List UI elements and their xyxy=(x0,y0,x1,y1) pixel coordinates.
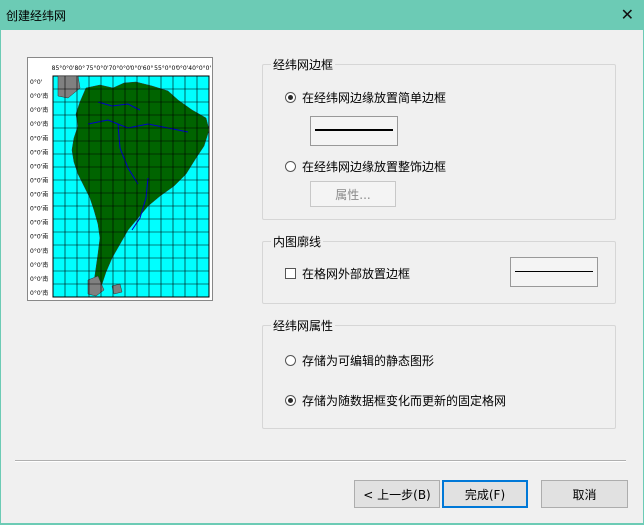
preview-outside-region xyxy=(111,283,123,295)
static-graphics-label: 存储为可编辑的静态图形 xyxy=(302,354,435,368)
preview-left-label: 0°0'南 xyxy=(30,289,48,297)
preview-left-label: 0°0'南 xyxy=(30,191,48,199)
preview-left-label: 0°0'南 xyxy=(30,106,48,114)
finish-button[interactable]: 完成(F) xyxy=(442,480,528,508)
border-group-title: 经纬网边框 xyxy=(271,56,336,73)
simple-border-radio[interactable]: 在经纬网边缘放置简单边框 xyxy=(285,89,446,106)
preview-top-label: 0°0' xyxy=(131,65,144,72)
radio-dot xyxy=(285,161,296,172)
preview-left-label: 0°0'南 xyxy=(30,176,48,184)
graticule-preview: 85° 0°0' 80° 75° 0°0' 70° 0°0' 0°0' 60° 55° 0°0' 0°… xyxy=(27,57,213,301)
decor-border-label: 在经纬网边缘放置整饰边框 xyxy=(302,160,447,174)
checkbox-box xyxy=(285,268,296,279)
line-sample xyxy=(315,129,393,131)
preview-top-label: 85° xyxy=(52,65,63,72)
footer-separator-highlight xyxy=(15,461,626,462)
preview-left-label: 0°0'南 xyxy=(30,219,48,227)
preview-left-label: 0°0'南 xyxy=(30,162,48,170)
fixed-grid-radio[interactable]: 存储为随数据框变化而更新的固定格网 xyxy=(285,392,506,409)
preview-left-label: 0°0'南 xyxy=(30,134,48,142)
close-icon[interactable]: ✕ xyxy=(621,5,634,24)
properties-group: 经纬网属性 xyxy=(262,317,616,429)
preview-top-label: 40° xyxy=(188,65,199,72)
preview-left-label: 0°0'南 xyxy=(30,92,48,100)
decor-border-radio[interactable]: 在经纬网边缘放置整饰边框 xyxy=(285,158,446,175)
preview-left-label: 0°0'南 xyxy=(30,275,48,283)
preview-top-label: 0°0' xyxy=(96,65,109,72)
line-sample xyxy=(515,271,593,272)
simple-border-style-swatch[interactable] xyxy=(310,116,398,146)
radio-dot xyxy=(285,92,296,103)
preview-top-label: 0°0' xyxy=(62,65,75,72)
preview-top-labels: 85° 0°0' 80° 75° 0°0' 70° 0°0' 0°0' 60° 55° 0°0' 0°… xyxy=(52,65,212,72)
preview-left-label: 0°0'南 xyxy=(30,205,48,213)
cancel-button[interactable]: 取消 xyxy=(541,480,628,508)
preview-top-label: 0°0' xyxy=(199,65,212,72)
preview-left-label: 0°0'南 xyxy=(30,233,48,241)
preview-top-label: 55° xyxy=(154,65,165,72)
preview-left-label: 0°0'南 xyxy=(30,120,48,128)
preview-left-label: 0°0'南 xyxy=(30,148,48,156)
properties-button[interactable]: 属性... xyxy=(310,181,396,207)
preview-left-label: 0°0'南 xyxy=(30,261,48,269)
preview-top-label: 80° xyxy=(74,65,85,72)
preview-top-label: 75° xyxy=(86,65,97,72)
radio-dot xyxy=(285,395,296,406)
static-graphics-radio[interactable]: 存储为可编辑的静态图形 xyxy=(285,352,434,369)
preview-left-labels: 0°0' 0°0'南 0°0'南 0°0'南 0°0'南 0°0'南 0°0'南 0°0'南 0… xyxy=(30,79,48,297)
neatline-checkbox-label: 在格网外部放置边框 xyxy=(302,267,411,281)
simple-border-label: 在经纬网边缘放置简单边框 xyxy=(302,91,447,105)
window-title: 创建经纬网 xyxy=(6,9,67,23)
preview-top-label: 60° xyxy=(143,65,154,72)
neatline-checkbox[interactable]: 在格网外部放置边框 xyxy=(285,265,410,282)
preview-left-label: 0°0'南 xyxy=(30,247,48,255)
preview-left-label: 0°0' xyxy=(30,79,43,86)
radio-dot xyxy=(285,355,296,366)
fixed-grid-label: 存储为随数据框变化而更新的固定格网 xyxy=(302,394,507,408)
back-button[interactable]: < 上一步(B) xyxy=(354,480,440,508)
properties-group-title: 经纬网属性 xyxy=(271,317,336,334)
preview-top-label: 70° xyxy=(109,65,120,72)
neatline-style-swatch[interactable] xyxy=(510,257,598,287)
title-bar: 创建经纬网 ✕ xyxy=(0,0,644,30)
neatline-group-title: 内图廓线 xyxy=(271,233,324,250)
preview-top-label: 0°0' xyxy=(176,65,189,72)
